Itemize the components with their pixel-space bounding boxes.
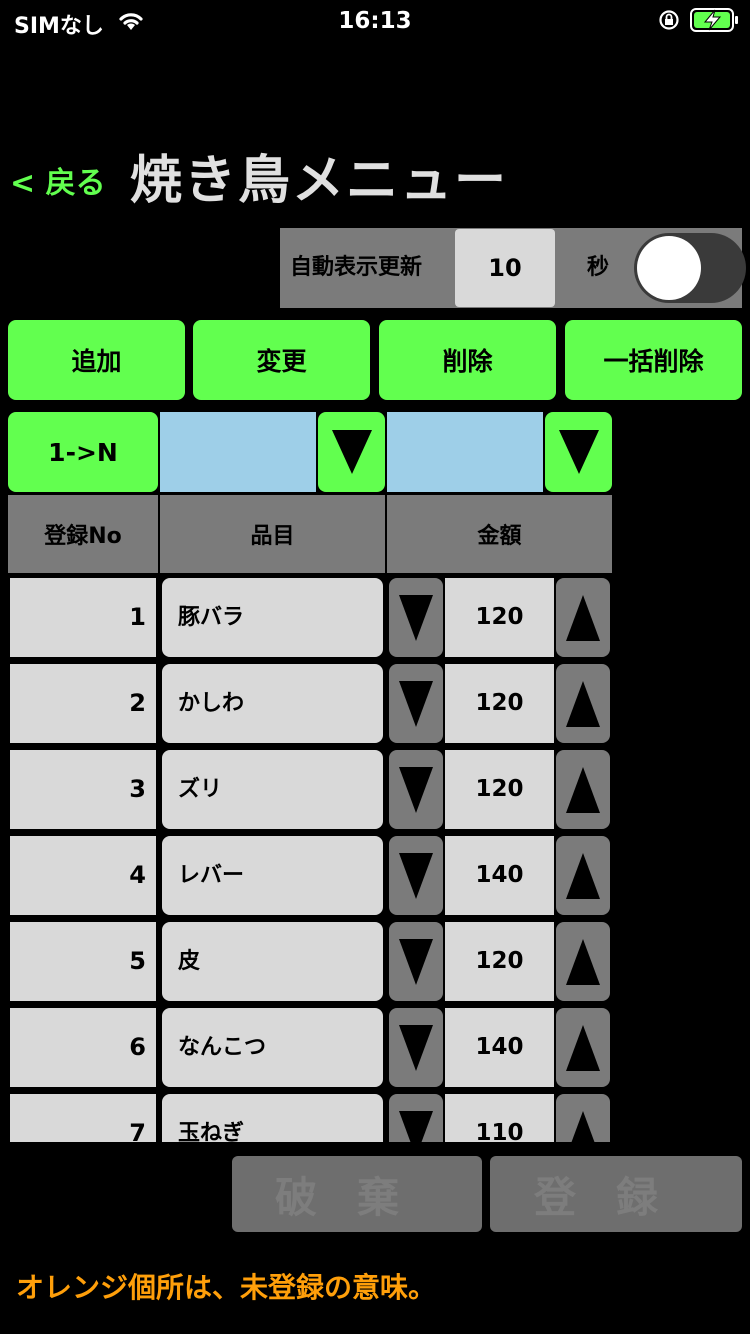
- footer-note: オレンジ個所は、未登録の意味。: [16, 1271, 437, 1304]
- triangle-up-icon: [566, 1024, 600, 1071]
- triangle-up-icon: [566, 680, 600, 727]
- price-increase-button[interactable]: [556, 836, 610, 915]
- table-row: 3 ズリ 120: [0, 747, 750, 829]
- price-decrease-button[interactable]: [389, 1094, 443, 1142]
- triangle-down-icon: [399, 680, 433, 727]
- triangle-down-icon: [399, 594, 433, 641]
- triangle-down-icon: [399, 852, 433, 899]
- page-title: 焼き鳥メニュー: [130, 151, 509, 211]
- price-value: 120: [445, 664, 554, 743]
- price-value: 120: [445, 922, 554, 1001]
- price-increase-button[interactable]: [556, 922, 610, 1001]
- row-number: 6: [10, 1008, 156, 1087]
- triangle-up-icon: [566, 852, 600, 899]
- price-value: 120: [445, 750, 554, 829]
- triangle-down-icon: [399, 938, 433, 985]
- item-name-field[interactable]: ズリ: [162, 750, 383, 829]
- register-button[interactable]: 登録: [490, 1156, 742, 1232]
- price-increase-button[interactable]: [556, 750, 610, 829]
- triangle-up-icon: [566, 938, 600, 985]
- item-filter-field[interactable]: [160, 412, 316, 492]
- triangle-up-icon: [566, 1110, 600, 1142]
- column-header-item: 品目: [160, 495, 385, 573]
- table-row: 2 かしわ 120: [0, 661, 750, 743]
- price-increase-button[interactable]: [556, 1008, 610, 1087]
- item-name-field[interactable]: レバー: [162, 836, 383, 915]
- sort-order-button[interactable]: 1->N: [8, 412, 158, 492]
- price-filter-field[interactable]: [387, 412, 543, 492]
- price-decrease-button[interactable]: [389, 1008, 443, 1087]
- menu-table-body[interactable]: 1 豚バラ 120 2 かしわ 120 3 ズリ 120 4 レバー 140 5…: [0, 575, 750, 1142]
- price-value: 140: [445, 836, 554, 915]
- refresh-interval-input[interactable]: [455, 229, 555, 307]
- table-row: 1 豚バラ 120: [0, 575, 750, 657]
- price-decrease-button[interactable]: [389, 836, 443, 915]
- row-number: 1: [10, 578, 156, 657]
- add-button[interactable]: 追加: [8, 320, 185, 400]
- price-value: 110: [445, 1094, 554, 1142]
- triangle-down-icon: [558, 430, 599, 474]
- triangle-down-icon: [399, 1110, 433, 1142]
- price-value: 120: [445, 578, 554, 657]
- item-name-field[interactable]: 皮: [162, 922, 383, 1001]
- row-number: 5: [10, 922, 156, 1001]
- price-value: 140: [445, 1008, 554, 1087]
- rotation-lock-icon: [659, 10, 679, 30]
- item-name-field[interactable]: かしわ: [162, 664, 383, 743]
- item-name-field[interactable]: なんこつ: [162, 1008, 383, 1087]
- price-increase-button[interactable]: [556, 1094, 610, 1142]
- price-decrease-button[interactable]: [389, 750, 443, 829]
- status-time: 16:13: [338, 8, 412, 34]
- discard-button[interactable]: 破棄: [232, 1156, 482, 1232]
- table-row: 6 なんこつ 140: [0, 1005, 750, 1087]
- bulk-delete-button[interactable]: 一括削除: [565, 320, 742, 400]
- edit-button[interactable]: 変更: [193, 320, 370, 400]
- row-number: 3: [10, 750, 156, 829]
- back-button[interactable]: < 戻る: [10, 158, 106, 202]
- item-filter-dropdown-button[interactable]: [318, 412, 385, 492]
- price-filter-dropdown-button[interactable]: [545, 412, 612, 492]
- table-row: 5 皮 120: [0, 919, 750, 1001]
- delete-button[interactable]: 削除: [379, 320, 556, 400]
- table-row: 7 玉ねぎ 110: [0, 1091, 750, 1142]
- triangle-down-icon: [331, 430, 372, 474]
- price-decrease-button[interactable]: [389, 578, 443, 657]
- table-row: 4 レバー 140: [0, 833, 750, 915]
- price-increase-button[interactable]: [556, 578, 610, 657]
- row-number: 7: [10, 1094, 156, 1142]
- refresh-unit-label: 秒: [587, 255, 610, 280]
- item-name-field[interactable]: 玉ねぎ: [162, 1094, 383, 1142]
- column-header-no: 登録No: [8, 495, 158, 573]
- column-header-price: 金額: [387, 495, 612, 573]
- row-number: 2: [10, 664, 156, 743]
- row-number: 4: [10, 836, 156, 915]
- item-name-field[interactable]: 豚バラ: [162, 578, 383, 657]
- toggle-knob: [637, 236, 701, 300]
- battery-charging-icon: [690, 8, 738, 32]
- triangle-down-icon: [399, 1024, 433, 1071]
- auto-refresh-label: 自動表示更新: [290, 255, 423, 280]
- price-increase-button[interactable]: [556, 664, 610, 743]
- triangle-up-icon: [566, 766, 600, 813]
- triangle-up-icon: [566, 594, 600, 641]
- triangle-down-icon: [399, 766, 433, 813]
- price-decrease-button[interactable]: [389, 922, 443, 1001]
- price-decrease-button[interactable]: [389, 664, 443, 743]
